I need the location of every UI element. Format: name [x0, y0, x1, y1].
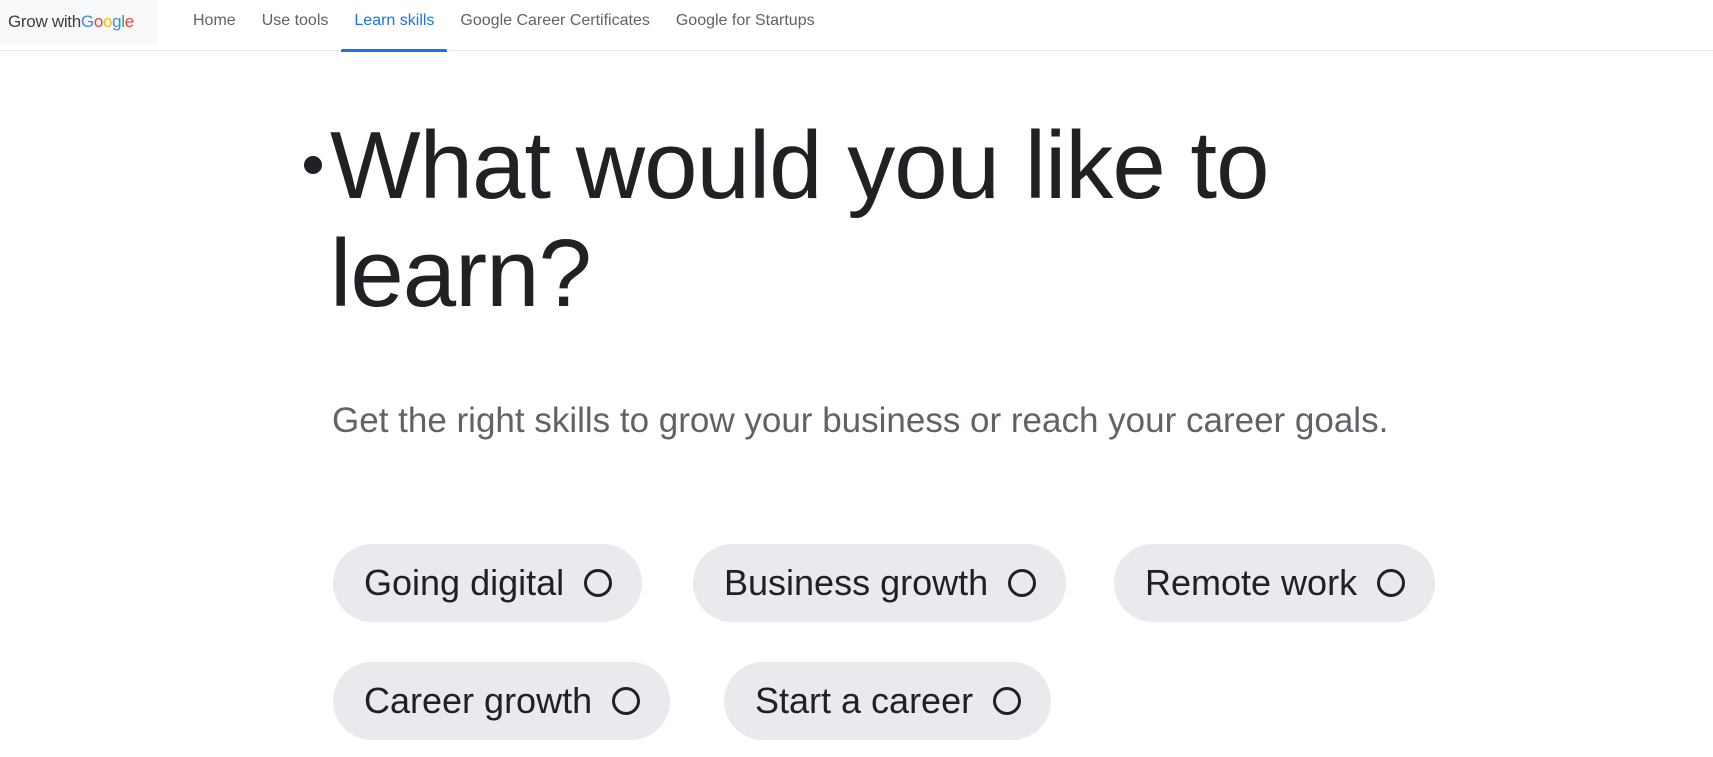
logo-prefix: Grow with: [8, 12, 81, 31]
logo-letter-o2: o: [102, 12, 113, 31]
topic-chip-label: Business growth: [724, 562, 989, 603]
main-nav: Home Use tools Learn skills Google Caree…: [180, 0, 828, 52]
top-navigation-bar: Grow with Google Home Use tools Learn sk…: [0, 0, 1713, 52]
topic-chip-going-digital[interactable]: Going digital: [333, 544, 643, 622]
nav-google-career-certificates[interactable]: Google Career Certificates: [447, 0, 662, 51]
topic-chip-career-growth[interactable]: Career growth: [333, 662, 671, 740]
radio-unchecked-icon: [1377, 569, 1406, 597]
hero-subtitle: Get the right skills to grow your busine…: [332, 401, 1389, 440]
nav-learn-skills[interactable]: Learn skills: [341, 0, 448, 52]
nav-google-for-startups[interactable]: Google for Startups: [663, 0, 828, 51]
radio-unchecked-icon: [1008, 569, 1037, 597]
topic-chip-start-a-career[interactable]: Start a career: [724, 662, 1052, 740]
logo-google-wordmark: Google: [81, 12, 134, 32]
logo-letter-o1: o: [93, 12, 103, 31]
logo-letter-g1: G: [80, 12, 94, 31]
radio-unchecked-icon: [612, 687, 641, 715]
nav-use-tools[interactable]: Use tools: [249, 0, 342, 51]
nav-home[interactable]: Home: [180, 0, 249, 51]
radio-unchecked-icon: [584, 569, 613, 597]
logo-letter-g2: g: [112, 12, 122, 31]
grow-with-google-logo[interactable]: Grow with Google: [0, 0, 158, 44]
topic-chip-label: Career growth: [364, 680, 593, 721]
topic-chip-label: Going digital: [364, 562, 565, 603]
topic-chip-label: Start a career: [755, 680, 974, 721]
logo-letter-e: e: [124, 12, 134, 31]
topic-chip-label: Remote work: [1145, 562, 1358, 603]
radio-unchecked-icon: [993, 687, 1022, 715]
bullet-icon: [304, 156, 322, 174]
topic-chip-remote-work[interactable]: Remote work: [1114, 544, 1436, 622]
topic-chip-business-growth[interactable]: Business growth: [693, 544, 1067, 622]
hero-title: What would you like to learn?: [330, 112, 1269, 327]
